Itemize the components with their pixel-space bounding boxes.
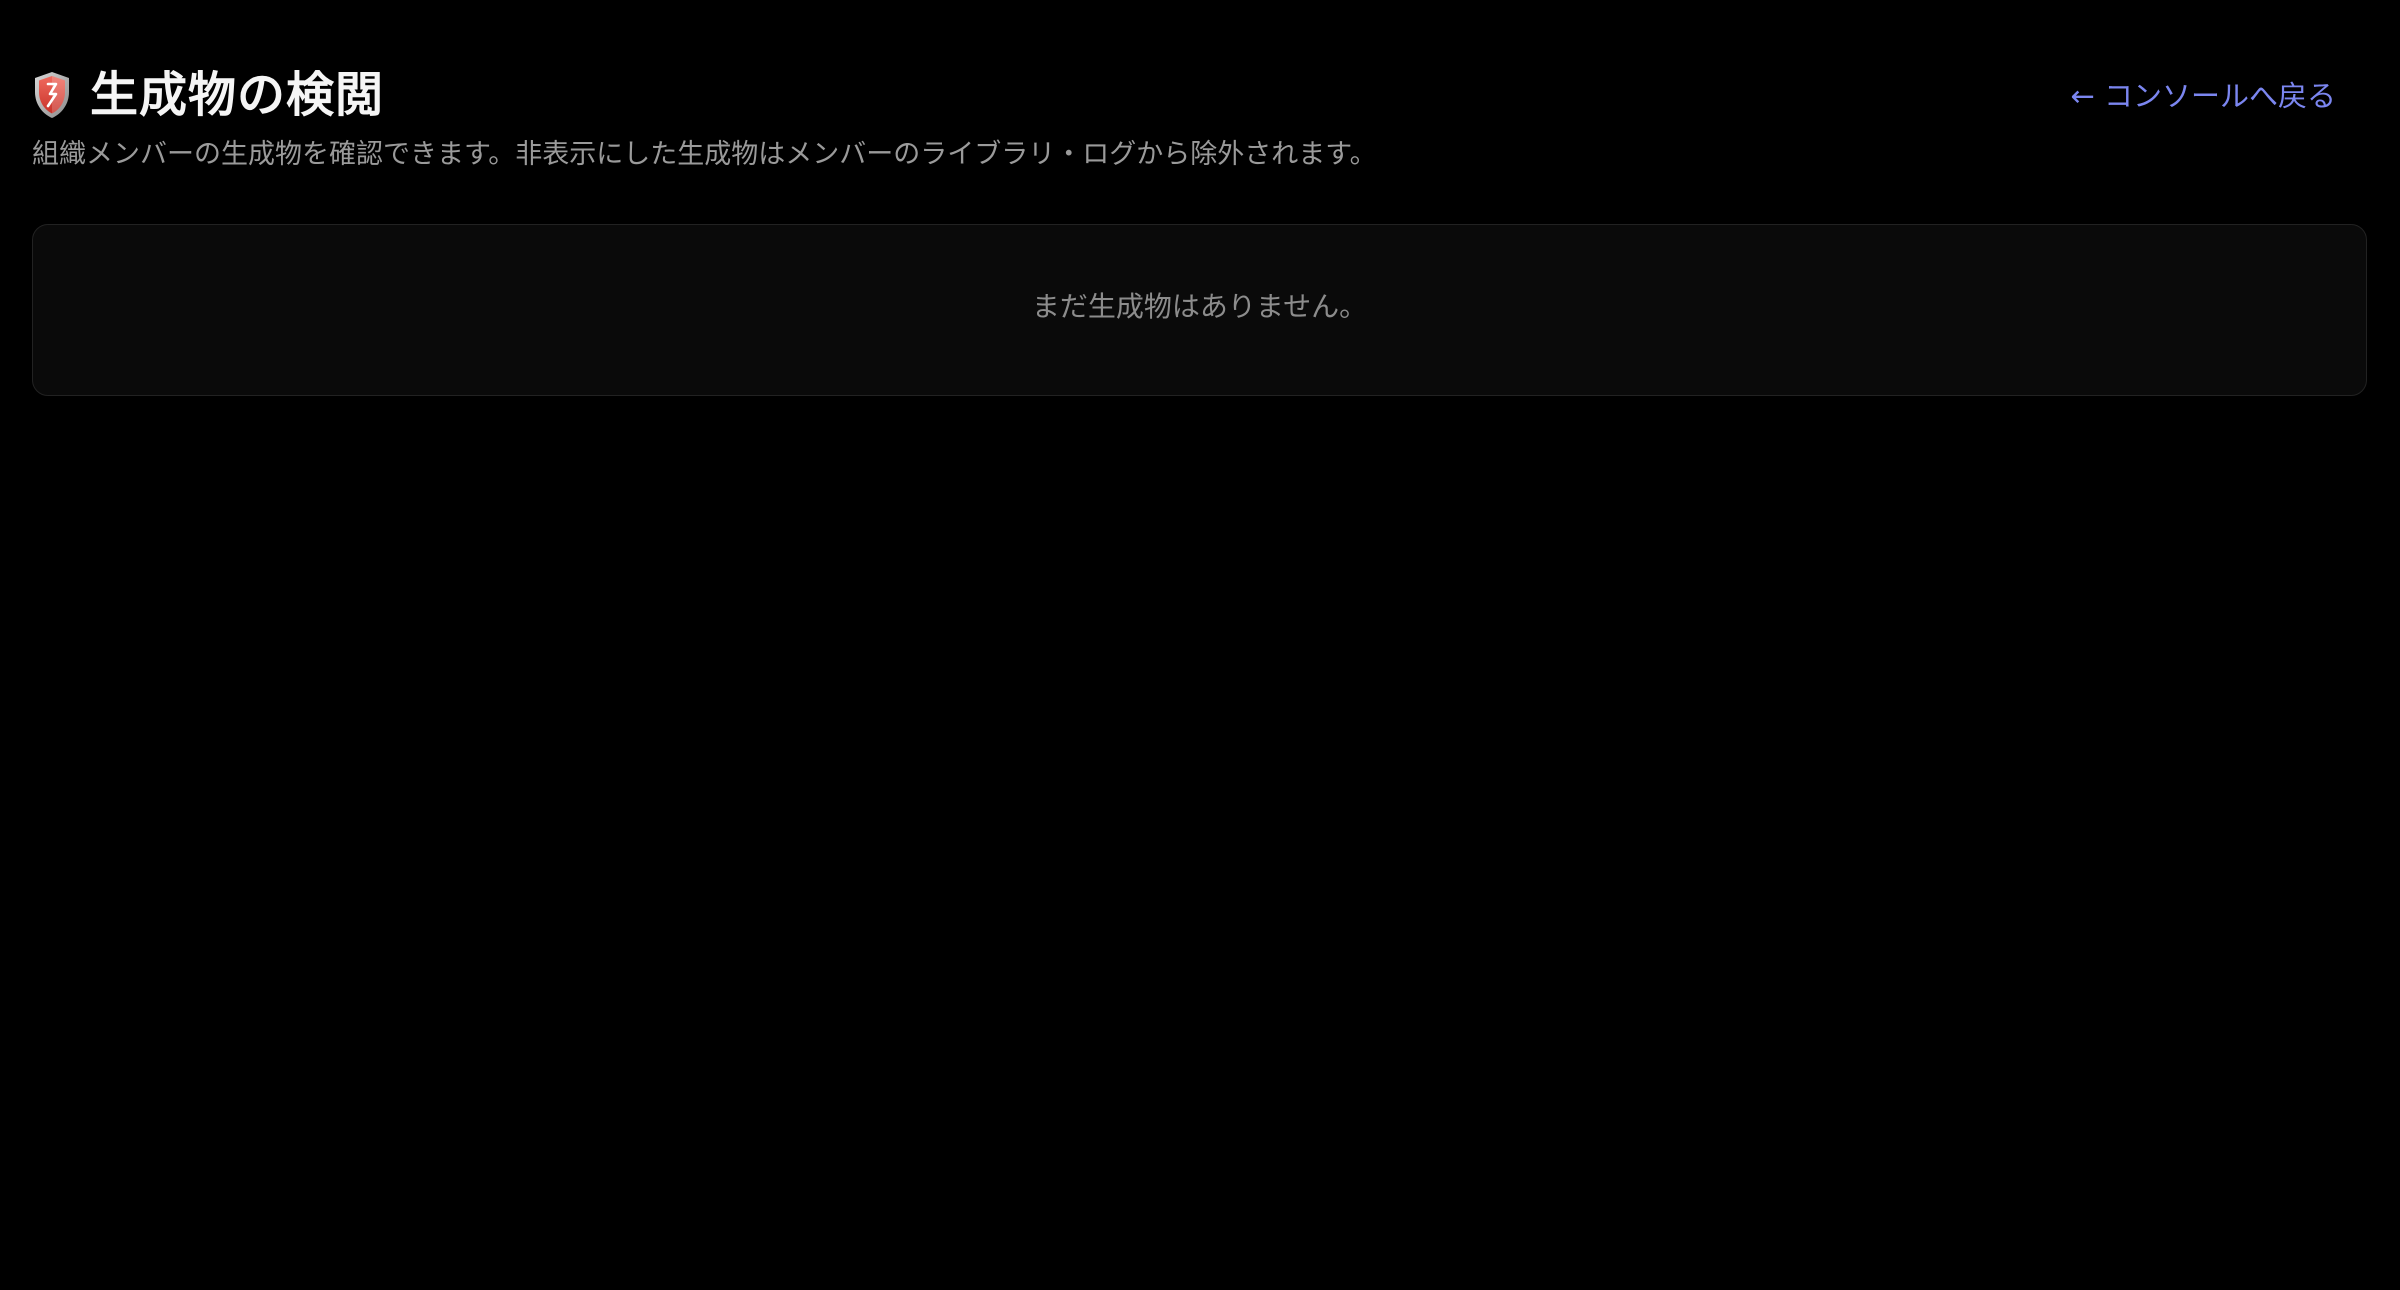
empty-state-card: まだ生成物はありません。 [32,224,2367,396]
page-subtitle: 組織メンバーの生成物を確認できます。非表示にした生成物はメンバーのライブラリ・ロ… [32,139,1377,170]
page-header: 生成物の検閲 ← コンソールへ戻る 組織メンバーの生成物を確認できます。非表示に… [32,0,2368,200]
empty-state-message: まだ生成物はありません。 [1031,290,1368,323]
title-row: 生成物の検閲 [32,62,384,128]
page-title: 生成物の検閲 [90,67,385,123]
back-to-console-link[interactable]: ← コンソールへ戻る [2070,74,2336,118]
shield-icon [32,70,72,120]
page: 生成物の検閲 ← コンソールへ戻る 組織メンバーの生成物を確認できます。非表示に… [0,0,2400,1290]
